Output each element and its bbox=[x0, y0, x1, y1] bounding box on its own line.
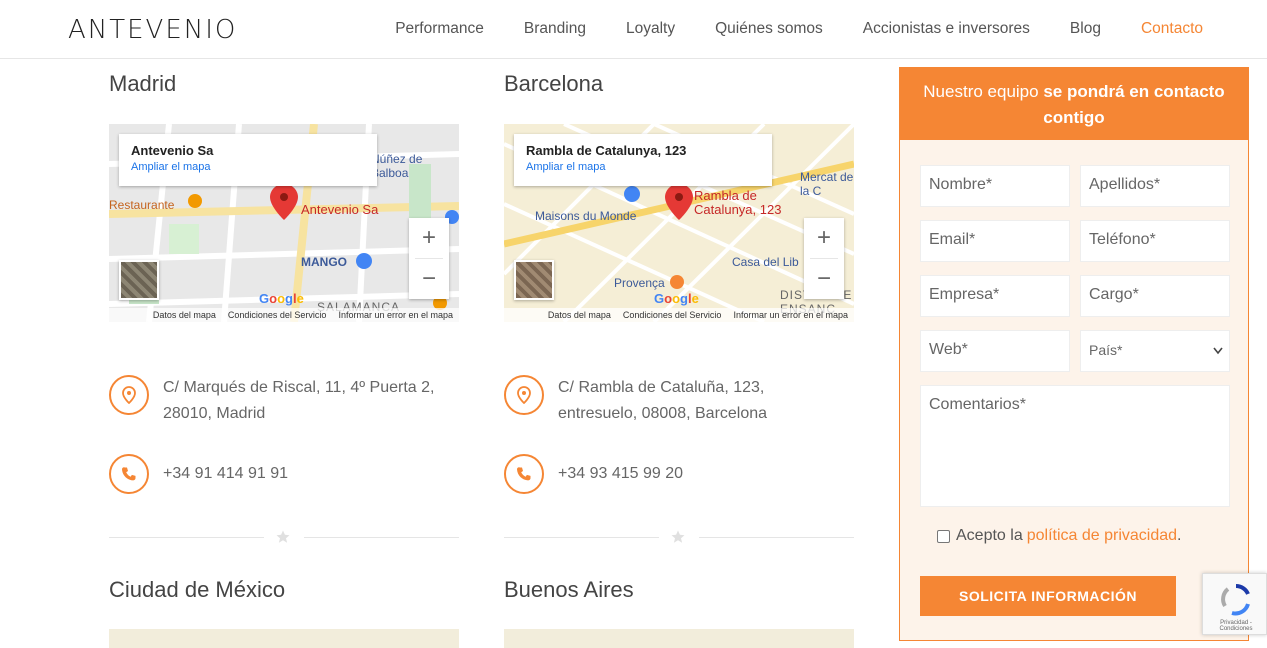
map-footer: Datos del mapa Condiciones del Servicio … bbox=[504, 308, 854, 322]
map-info-card: Rambla de Catalunya, 123 Ampliar el mapa bbox=[514, 134, 772, 186]
privacy-policy-link[interactable]: política de privacidad bbox=[1027, 527, 1177, 545]
logo-text: ANTEVENIO bbox=[68, 15, 238, 45]
comentarios-textarea[interactable]: Comentarios* bbox=[920, 385, 1230, 507]
nav-accionistas[interactable]: Accionistas e inversores bbox=[863, 20, 1030, 38]
office-city-title: Buenos Aires bbox=[504, 577, 634, 602]
site-header: ANTEVENIO Performance Branding Loyalty Q… bbox=[0, 0, 1267, 59]
office-address-row: C/ Rambla de Cataluña, 123, entresuelo, … bbox=[504, 375, 818, 427]
chevron-down-icon bbox=[1213, 347, 1223, 355]
office-mexico: Ciudad de México bbox=[109, 577, 459, 603]
nav-branding[interactable]: Branding bbox=[524, 20, 586, 38]
satellite-toggle[interactable] bbox=[514, 260, 554, 300]
map-label-maisons: Maisons du Monde bbox=[535, 209, 637, 223]
phone-icon bbox=[109, 454, 149, 494]
main-nav: Performance Branding Loyalty Quiénes som… bbox=[355, 0, 1203, 58]
office-address: C/ Rambla de Cataluña, 123, entresuelo, … bbox=[558, 379, 768, 422]
map-enlarge-link[interactable]: Ampliar el mapa bbox=[526, 161, 760, 173]
section-divider bbox=[504, 530, 854, 544]
map-label-restaurante: Restaurante bbox=[109, 198, 175, 212]
location-pin-icon bbox=[109, 375, 149, 415]
recaptcha-text[interactable]: Privacidad - Condiciones bbox=[1205, 620, 1267, 632]
map-card-title: Antevenio Sa bbox=[131, 143, 214, 158]
map-info-card: Antevenio Sa Ampliar el mapa bbox=[119, 134, 377, 186]
nav-blog[interactable]: Blog bbox=[1070, 20, 1101, 38]
map-madrid[interactable]: Restaurante Núñez de Balboa MANGO SALAMA… bbox=[109, 124, 459, 322]
map-pin-label: Rambla de Catalunya, 123 bbox=[694, 188, 782, 217]
map-barcelona[interactable]: Mercat de la C Maisons du Monde Casa del… bbox=[504, 124, 854, 322]
section-divider bbox=[109, 530, 459, 544]
map-footer: Datos del mapa Condiciones del Servicio … bbox=[109, 308, 459, 322]
pais-select-value: País* bbox=[1089, 342, 1123, 358]
map-label-mercat: Mercat de la C bbox=[800, 170, 854, 198]
office-buenos-aires: Buenos Aires bbox=[504, 577, 854, 603]
map-data-link[interactable]: Datos del mapa bbox=[548, 310, 611, 320]
map-enlarge-link[interactable]: Ampliar el mapa bbox=[131, 161, 365, 173]
submit-button[interactable]: SOLICITA INFORMACIÓN bbox=[920, 576, 1176, 616]
map-label-casa-libro: Casa del Lib bbox=[732, 255, 799, 269]
office-phone-row: +34 93 415 99 20 bbox=[504, 454, 683, 494]
zoom-in-button[interactable]: + bbox=[804, 218, 844, 258]
map-label-mango: MANGO bbox=[301, 255, 347, 269]
office-madrid: Madrid Restaurante Núñez de Balboa MANGO… bbox=[109, 71, 459, 511]
map-report-link[interactable]: Informar un error en el mapa bbox=[338, 310, 453, 320]
contact-form: Nuestro equipo se pondrá en contacto con… bbox=[899, 67, 1249, 641]
form-heading: Nuestro equipo se pondrá en contacto con… bbox=[900, 68, 1248, 140]
consent-text: Acepto la bbox=[956, 527, 1023, 544]
privacy-consent: Acepto la política de privacidad . bbox=[937, 527, 1181, 545]
empresa-field[interactable]: Empresa* bbox=[920, 275, 1070, 317]
consent-end: . bbox=[1177, 527, 1182, 544]
web-field[interactable]: Web* bbox=[920, 330, 1070, 372]
map-card-title: Rambla de Catalunya, 123 bbox=[526, 143, 687, 158]
zoom-out-button[interactable]: − bbox=[409, 259, 449, 299]
office-address: C/ Marqués de Riscal, 11, 4º Puerta 2, 2… bbox=[163, 379, 435, 422]
office-city-title: Barcelona bbox=[504, 71, 604, 96]
location-pin-icon bbox=[504, 375, 544, 415]
office-city-title: Ciudad de México bbox=[109, 577, 286, 602]
star-icon bbox=[671, 530, 685, 543]
antevenio-logo[interactable]: ANTEVENIO bbox=[68, 15, 237, 45]
nombre-field[interactable]: Nombre* bbox=[920, 165, 1070, 207]
map-terms-link[interactable]: Condiciones del Servicio bbox=[623, 310, 722, 320]
star-icon bbox=[276, 530, 290, 543]
office-city-title: Madrid bbox=[109, 71, 177, 96]
map-zoom-controls: + − bbox=[804, 218, 844, 299]
telefono-field[interactable]: Teléfono* bbox=[1080, 220, 1230, 262]
map-terms-link[interactable]: Condiciones del Servicio bbox=[228, 310, 327, 320]
map-mexico[interactable] bbox=[109, 629, 459, 648]
office-barcelona: Barcelona Mercat de la C Maisons du Mond… bbox=[504, 71, 854, 511]
office-phone[interactable]: +34 91 414 91 91 bbox=[163, 454, 288, 494]
satellite-toggle[interactable] bbox=[119, 260, 159, 300]
map-report-link[interactable]: Informar un error en el mapa bbox=[733, 310, 848, 320]
map-zoom-controls: + − bbox=[409, 218, 449, 299]
recaptcha-badge[interactable]: Privacidad - Condiciones bbox=[1202, 573, 1267, 635]
map-data-link[interactable]: Datos del mapa bbox=[153, 310, 216, 320]
nav-performance[interactable]: Performance bbox=[395, 20, 484, 38]
nav-loyalty[interactable]: Loyalty bbox=[626, 20, 675, 38]
map-buenos-aires[interactable] bbox=[504, 629, 854, 648]
map-label-provenca: Provença bbox=[614, 276, 665, 290]
pais-select[interactable]: País* bbox=[1080, 330, 1230, 372]
google-logo: Google bbox=[259, 291, 304, 306]
form-heading-normal: Nuestro equipo bbox=[923, 82, 1039, 101]
google-logo: Google bbox=[654, 291, 699, 306]
recaptcha-icon bbox=[1221, 584, 1250, 616]
privacy-checkbox[interactable] bbox=[937, 529, 950, 543]
cargo-field[interactable]: Cargo* bbox=[1080, 275, 1230, 317]
office-address-row: C/ Marqués de Riscal, 11, 4º Puerta 2, 2… bbox=[109, 375, 459, 427]
zoom-out-button[interactable]: − bbox=[804, 259, 844, 299]
nav-quienes-somos[interactable]: Quiénes somos bbox=[715, 20, 823, 38]
map-pin-label: Antevenio Sa bbox=[301, 202, 379, 217]
email-field[interactable]: Email* bbox=[920, 220, 1070, 262]
office-phone[interactable]: +34 93 415 99 20 bbox=[558, 454, 683, 494]
phone-icon bbox=[504, 454, 544, 494]
nav-contacto[interactable]: Contacto bbox=[1141, 20, 1203, 38]
apellidos-field[interactable]: Apellidos* bbox=[1080, 165, 1230, 207]
form-heading-bold: se pondrá en contacto contigo bbox=[1043, 82, 1225, 127]
zoom-in-button[interactable]: + bbox=[409, 218, 449, 258]
map-label-nunez: Núñez de Balboa bbox=[371, 152, 423, 180]
office-phone-row: +34 91 414 91 91 bbox=[109, 454, 288, 494]
